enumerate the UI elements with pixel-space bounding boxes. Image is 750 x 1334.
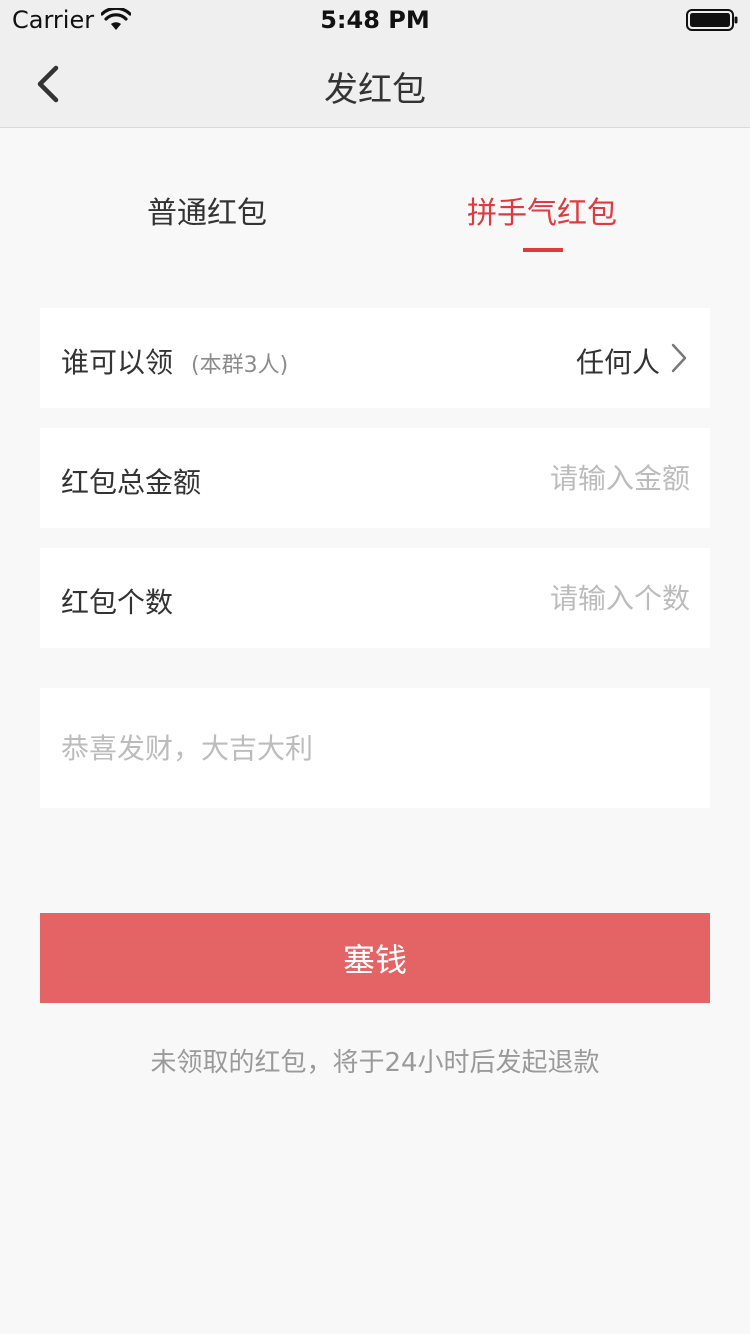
greeting-box [40, 688, 710, 808]
clock: 5:48 PM [320, 6, 430, 34]
group-member-count: (本群3人) [191, 353, 289, 378]
count-input[interactable] [430, 576, 690, 620]
packet-count-row: 红包个数 [40, 548, 710, 648]
greeting-input[interactable] [61, 726, 681, 770]
who-label-text: 谁可以领 [61, 346, 174, 379]
packet-count-label: 红包个数 [61, 586, 174, 619]
who-can-receive-value: 任何人 [575, 346, 660, 379]
status-bar: Carrier 5:48 PM [0, 0, 750, 40]
chevron-right-icon [671, 343, 687, 373]
who-can-receive-row[interactable]: 谁可以领 (本群3人) 任何人 [40, 308, 710, 408]
who-can-receive-label: 谁可以领 (本群3人) [61, 341, 288, 381]
nav-bar: 发红包 [0, 40, 750, 128]
battery-icon [686, 9, 738, 31]
tab-normal-red-packet[interactable]: 普通红包 [117, 188, 297, 232]
tab-bar: 普通红包 拼手气红包 [0, 170, 750, 260]
total-amount-row: 红包总金额 [40, 428, 710, 528]
amount-input[interactable] [430, 456, 690, 500]
page-title: 发红包 [324, 70, 426, 110]
refund-notice: 未领取的红包，将于24小时后发起退款 [150, 1048, 600, 1078]
tab-lucky-red-packet[interactable]: 拼手气红包 [452, 188, 632, 232]
total-amount-label: 红包总金额 [61, 466, 202, 499]
stuff-money-button[interactable]: 塞钱 [40, 913, 710, 1003]
active-tab-indicator [523, 248, 563, 252]
